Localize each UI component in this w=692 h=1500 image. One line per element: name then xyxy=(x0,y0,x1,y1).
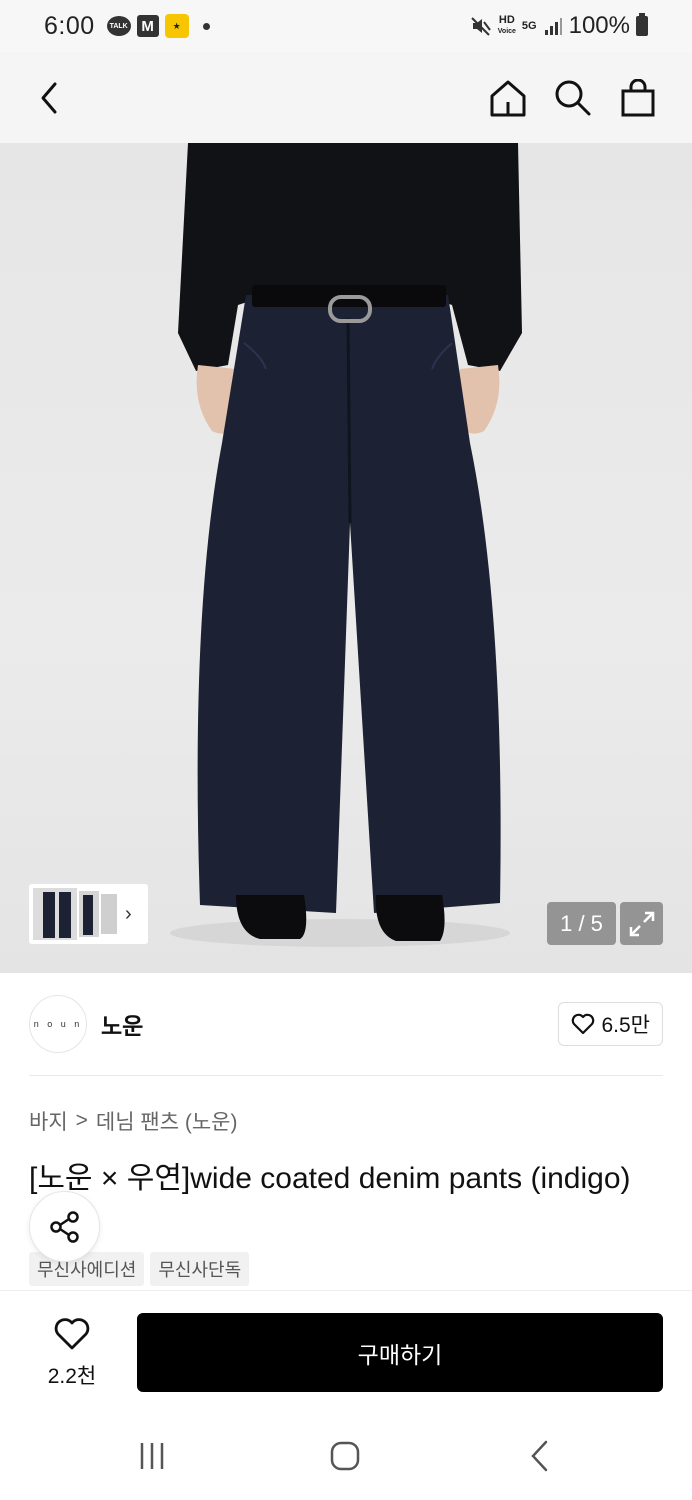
home-button[interactable] xyxy=(486,76,530,120)
cart-button[interactable] xyxy=(616,76,660,120)
brand-like-count: 6.5만 xyxy=(601,1014,650,1037)
wishlist-button[interactable]: 2.2천 xyxy=(28,1317,116,1390)
breadcrumb: 바지 > 데님 팬츠 (노운) xyxy=(29,1106,237,1136)
chevron-right-icon[interactable]: › xyxy=(125,903,132,926)
system-nav-bar xyxy=(0,1406,692,1500)
brand-name[interactable]: 노운 xyxy=(101,1007,143,1041)
voice-label: Voice xyxy=(497,28,516,35)
product-title: [노운 × 우연]wide coated denim pants (indigo… xyxy=(29,1162,631,1195)
product-image-gallery[interactable]: › 1 / 5 xyxy=(0,143,692,973)
brand-logo[interactable]: n o u n xyxy=(29,995,87,1053)
back-button[interactable] xyxy=(28,76,72,120)
expand-icon xyxy=(629,911,654,936)
back-nav-button[interactable] xyxy=(518,1436,562,1476)
back-icon xyxy=(41,82,57,114)
breadcrumb-separator: > xyxy=(75,1109,88,1132)
home-icon xyxy=(490,80,526,117)
status-time: 6:00 xyxy=(44,11,95,40)
mute-icon xyxy=(471,17,491,36)
image-counter: 1 / 5 xyxy=(547,902,616,945)
heart-icon xyxy=(54,1318,90,1350)
back-nav-icon xyxy=(531,1440,548,1472)
shopping-bag-icon xyxy=(621,79,655,117)
breadcrumb-category[interactable]: 바지 xyxy=(29,1106,68,1136)
breadcrumb-subcategory[interactable]: 데님 팬츠 (노운) xyxy=(96,1106,238,1136)
home-nav-icon xyxy=(330,1441,360,1471)
product-photo xyxy=(170,143,522,947)
notification-icons: TALK M ★ xyxy=(106,14,210,38)
recent-apps-button[interactable] xyxy=(130,1436,174,1476)
m-app-icon: M xyxy=(136,15,159,37)
more-notifications-dot xyxy=(202,22,210,30)
thumbnail-3[interactable] xyxy=(101,894,117,934)
network-5g-icon: 5G xyxy=(521,20,537,32)
status-bar: 6:00 TALK M ★ HD Voice 5G 100% xyxy=(0,0,692,52)
share-button[interactable] xyxy=(29,1191,100,1262)
buy-button[interactable]: 구매하기 xyxy=(137,1313,663,1392)
signal-icon xyxy=(544,18,562,35)
system-icons: HD Voice 5G 100% xyxy=(470,12,648,40)
search-icon xyxy=(555,80,591,116)
thumbnail-strip[interactable]: › xyxy=(29,884,148,944)
brand-like-button[interactable]: 6.5만 xyxy=(558,1002,663,1046)
heart-icon xyxy=(572,1013,595,1035)
app-header xyxy=(0,52,692,143)
brand-row: n o u n 노운 6.5만 xyxy=(29,993,663,1055)
purchase-bar: 2.2천 구매하기 xyxy=(0,1290,692,1406)
tag-musinsa-exclusive[interactable]: 무신사단독 xyxy=(150,1252,250,1286)
hd-voice-icon: HD Voice xyxy=(498,15,516,37)
recent-apps-icon xyxy=(140,1443,164,1469)
battery-icon xyxy=(636,13,648,36)
expand-button[interactable] xyxy=(620,902,663,945)
search-button[interactable] xyxy=(551,76,595,120)
share-icon xyxy=(49,1210,79,1243)
thumbnail-2[interactable] xyxy=(79,891,99,937)
kakaotalk-icon: TALK xyxy=(106,16,131,36)
home-nav-button[interactable] xyxy=(323,1436,367,1476)
coupang-icon: ★ xyxy=(164,14,189,38)
battery-percentage: 100% xyxy=(568,12,630,39)
wishlist-count: 2.2천 xyxy=(47,1365,97,1388)
thumbnail-1[interactable] xyxy=(33,888,77,940)
divider xyxy=(29,1075,663,1076)
hd-label: HD xyxy=(498,14,515,26)
